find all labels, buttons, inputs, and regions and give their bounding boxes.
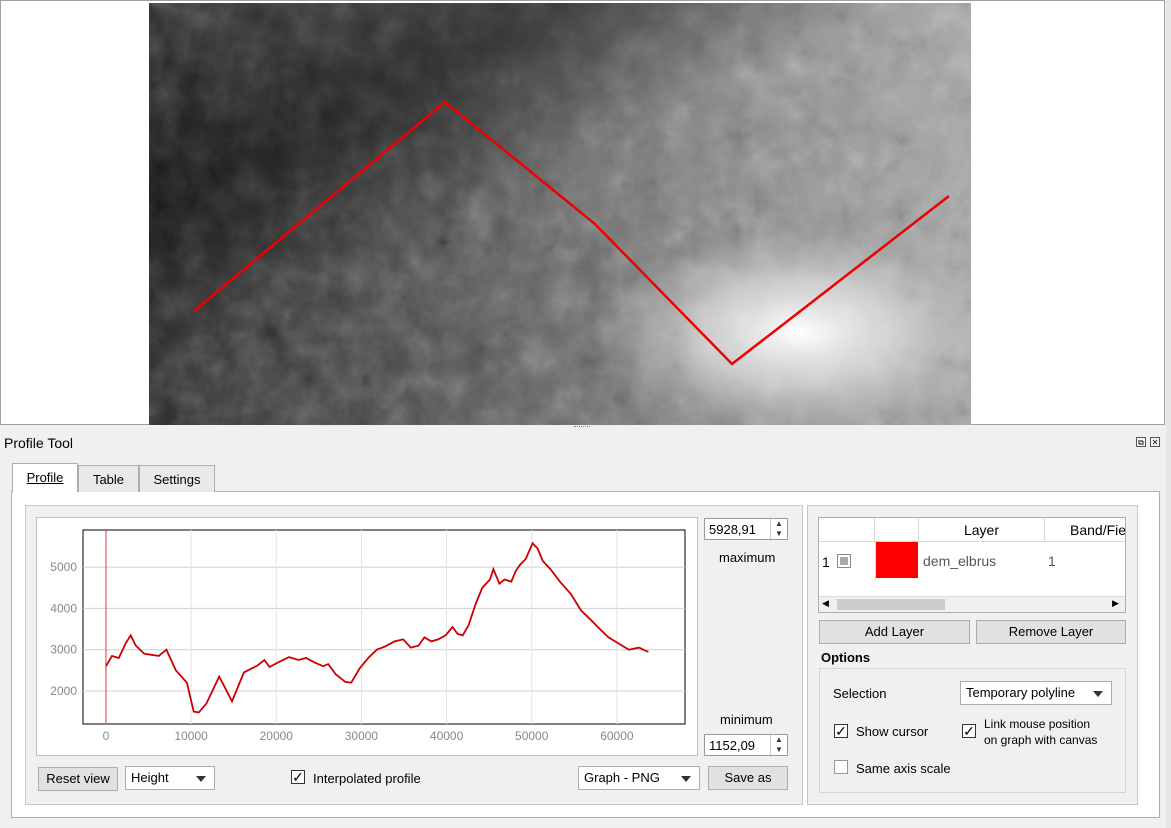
add-layer-button[interactable]: Add Layer: [819, 620, 970, 644]
selection-label: Selection: [833, 686, 887, 701]
tab-table[interactable]: Table: [78, 465, 139, 492]
x-tick-label: 50000: [515, 729, 549, 743]
close-icon[interactable]: ✕: [1150, 437, 1160, 447]
mode-combo-value: Height: [131, 770, 169, 785]
y-tick-label: 5000: [50, 560, 77, 574]
max-spin-arrows[interactable]: ▲ ▼: [770, 519, 787, 539]
interpolated-checkbox[interactable]: ✓: [291, 770, 305, 784]
reset-view-button[interactable]: Reset view: [38, 767, 118, 791]
layer-visible-checkbox[interactable]: [837, 554, 851, 568]
tab-table-label: Table: [92, 472, 125, 487]
header-band[interactable]: Band/Fie: [1045, 518, 1125, 542]
min-label: minimum: [720, 712, 773, 727]
link-mouse-label-line2: on graph with canvas: [984, 733, 1098, 747]
profile-plot[interactable]: 5000 4000 3000 2000 0 10000 20000 30000 40000 50…: [36, 517, 698, 756]
layer-name: dem_elbrus: [923, 553, 997, 569]
float-icon[interactable]: ⧉: [1136, 437, 1146, 447]
scroll-right-icon[interactable]: ▶: [1112, 598, 1119, 609]
selection-combo[interactable]: Temporary polyline: [960, 681, 1112, 705]
x-tick-label: 10000: [174, 729, 208, 743]
remove-layer-button[interactable]: Remove Layer: [976, 620, 1126, 644]
layer-table[interactable]: Layer Band/Fie 1 dem_elbrus 1 ◀ ▶: [818, 517, 1126, 613]
table-row[interactable]: 1: [819, 542, 876, 580]
show-cursor-label: Show cursor: [856, 724, 929, 739]
min-value: 1152,09: [709, 738, 756, 753]
horizontal-scrollbar[interactable]: ◀ ▶: [819, 596, 1125, 612]
tab-profile-label: Profile: [26, 470, 64, 485]
dem-raster-map[interactable]: [149, 3, 971, 425]
max-value: 5928,91: [709, 522, 756, 537]
x-tick-label: 20000: [260, 729, 294, 743]
max-label: maximum: [719, 550, 776, 565]
header-layer[interactable]: Layer: [919, 518, 1045, 542]
y-tick-label: 2000: [50, 684, 77, 698]
show-cursor-checkbox[interactable]: ✓: [834, 724, 848, 738]
plot-area: [82, 529, 686, 725]
format-combo[interactable]: Graph - PNG: [578, 766, 700, 790]
y-tick-label: 3000: [50, 643, 77, 657]
y-tick-label: 4000: [50, 601, 77, 615]
scroll-thumb[interactable]: [837, 599, 945, 610]
header-blank: [819, 518, 875, 542]
right-scroll-edge: [1166, 0, 1171, 828]
format-combo-value: Graph - PNG: [584, 770, 660, 785]
x-tick-label: 40000: [430, 729, 464, 743]
scroll-left-icon[interactable]: ◀: [822, 598, 829, 609]
link-mouse-label: Link mouse position on graph with canvas: [984, 716, 1097, 748]
layer-color-swatch[interactable]: [876, 542, 918, 578]
chevron-down-icon: [1093, 691, 1103, 697]
layer-band: 1: [1048, 553, 1056, 569]
min-spin-arrows[interactable]: ▲ ▼: [770, 735, 787, 755]
chevron-down-icon: [681, 776, 691, 782]
options-title: Options: [821, 650, 871, 665]
row-number: 1: [822, 554, 830, 570]
x-tick-label: 30000: [345, 729, 379, 743]
max-spinbox[interactable]: 5928,91 ▲ ▼: [704, 518, 788, 540]
min-spinbox[interactable]: 1152,09 ▲ ▼: [704, 734, 788, 756]
same-axis-label: Same axis scale: [856, 761, 951, 776]
tab-profile[interactable]: Profile: [12, 463, 78, 492]
mode-combo[interactable]: Height: [125, 766, 215, 790]
same-axis-checkbox[interactable]: [834, 760, 848, 774]
x-tick-label: 0: [103, 729, 110, 743]
header-color: [875, 518, 919, 542]
save-as-button[interactable]: Save as: [708, 766, 788, 790]
tab-settings-label: Settings: [153, 472, 201, 487]
interpolated-label: Interpolated profile: [313, 771, 421, 786]
splitter-handle[interactable]: [574, 426, 590, 430]
selection-combo-value: Temporary polyline: [966, 685, 1076, 700]
link-mouse-checkbox[interactable]: ✓: [962, 724, 976, 738]
chevron-down-icon: [196, 776, 206, 782]
tab-settings[interactable]: Settings: [139, 465, 215, 492]
profile-plot-svg[interactable]: 5000 4000 3000 2000 0 10000 20000 30000 40000 50…: [37, 518, 697, 755]
x-tick-label: 60000: [600, 729, 634, 743]
link-mouse-label-line1: Link mouse position: [984, 717, 1091, 731]
dock-title: Profile Tool: [4, 435, 74, 451]
